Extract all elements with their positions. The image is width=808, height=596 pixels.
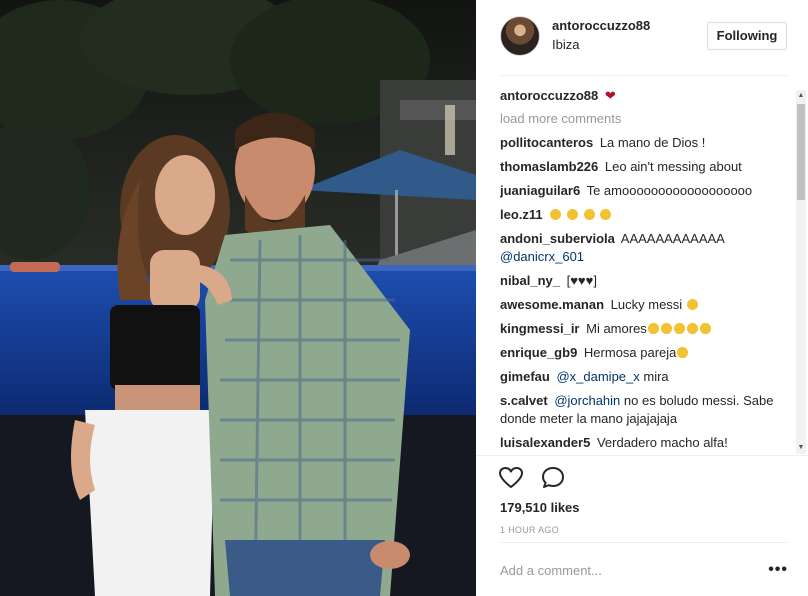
post-side-panel: antoroccuzzo88 Ibiza Following antoroccu…: [476, 0, 808, 596]
scroll-down-arrow-icon[interactable]: ▼: [796, 442, 806, 454]
comment-text: Te amoooooooooooooooooo: [586, 183, 753, 198]
list-item: awesome.manan Lucky messi: [500, 296, 786, 314]
neutral-face-emoji-icon: [600, 209, 612, 220]
smiling-face-emoji-icon: [686, 299, 698, 310]
comment-username[interactable]: leo.z11: [500, 207, 543, 222]
header-username[interactable]: antoroccuzzo88: [552, 18, 650, 33]
photo-illustration: [0, 0, 476, 596]
comment-username[interactable]: nibal_ny_: [500, 273, 560, 288]
list-item: kingmessi_ir Mi amores: [500, 320, 786, 338]
neutral-face-emoji-icon: [550, 209, 562, 220]
comments-scrollbar[interactable]: ▲ ▼: [796, 90, 806, 454]
post-header: antoroccuzzo88 Ibiza Following: [476, 0, 808, 76]
load-more-comments-link[interactable]: load more comments: [500, 111, 786, 126]
comment-mention[interactable]: @x_damipe_x: [556, 369, 639, 384]
comment-text: La mano de Dios !: [599, 135, 706, 150]
scroll-up-arrow-icon[interactable]: ▲: [796, 90, 806, 102]
comment-text: Mi amores: [586, 321, 647, 336]
following-button[interactable]: Following: [707, 22, 787, 50]
list-item: gimefau @x_damipe_x mira: [500, 368, 786, 386]
comment-username[interactable]: kingmessi_ir: [500, 321, 580, 336]
heart-eyes-emoji-icon: [686, 323, 698, 334]
avatar[interactable]: [500, 16, 540, 56]
comment-username[interactable]: s.calvet: [500, 393, 548, 408]
post-actions: 179,510 likes 1 HOUR AGO: [476, 455, 808, 555]
neutral-face-emoji-icon: [566, 209, 578, 220]
comment-username[interactable]: enrique_gb9: [500, 345, 577, 360]
like-count[interactable]: 179,510 likes: [500, 500, 580, 515]
comment-mention[interactable]: @danicrx_601: [500, 249, 584, 264]
header-divider: [500, 75, 788, 76]
comment-text: Verdadero macho alfa!: [596, 435, 728, 450]
comment-username[interactable]: pollitocanteros: [500, 135, 593, 150]
list-item: thomaslamb226 Leo ain't messing about: [500, 158, 786, 176]
comment-username[interactable]: awesome.manan: [500, 297, 604, 312]
location-link[interactable]: Ibiza: [552, 37, 579, 52]
list-item: luisalexander5 Verdadero macho alfa!: [500, 434, 786, 452]
post-photo[interactable]: [0, 0, 476, 596]
comments-list[interactable]: antoroccuzzo88 ❤ load more comments poll…: [500, 87, 786, 455]
list-item: leo.z11: [500, 206, 786, 224]
ellipsis-icon[interactable]: •••: [768, 561, 788, 579]
heart-eyes-emoji-icon: [673, 323, 685, 334]
scrollbar-thumb[interactable]: [797, 104, 805, 200]
add-comment-bar: •••: [500, 542, 788, 596]
comment-text: AAAAAAAAAAAA: [620, 231, 725, 246]
list-item: andoni_suberviola AAAAAAAAAAAA @danicrx_…: [500, 230, 786, 266]
list-item: juaniaguilar6 Te amoooooooooooooooooo: [500, 182, 786, 200]
list-item: pollitocanteros La mano de Dios !: [500, 134, 786, 152]
comment-text: [♥♥♥]: [566, 273, 597, 288]
red-heart-icon: ❤: [604, 88, 616, 103]
comment-username[interactable]: andoni_suberviola: [500, 231, 615, 246]
heart-eyes-emoji-icon: [677, 347, 689, 358]
speech-bubble-icon[interactable]: [540, 466, 566, 490]
caption: antoroccuzzo88 ❤: [500, 87, 786, 105]
list-item: nibal_ny_ [♥♥♥]: [500, 272, 786, 290]
heart-eyes-emoji-icon: [660, 323, 672, 334]
caption-username[interactable]: antoroccuzzo88: [500, 88, 598, 103]
comment-username[interactable]: luisalexander5: [500, 435, 590, 450]
list-item: enrique_gb9 Hermosa pareja: [500, 344, 786, 362]
post-timestamp[interactable]: 1 HOUR AGO: [500, 525, 559, 535]
heart-eyes-emoji-icon: [699, 323, 711, 334]
comment-username[interactable]: juaniaguilar6: [500, 183, 580, 198]
comment-mention[interactable]: @jorchahin: [554, 393, 620, 408]
neutral-face-emoji-icon: [583, 209, 595, 220]
comment-username[interactable]: gimefau: [500, 369, 550, 384]
comment-text: Lucky messi: [610, 297, 683, 312]
heart-eyes-emoji-icon: [647, 323, 659, 334]
comment-text: Leo ain't messing about: [604, 159, 742, 174]
list-item: s.calvet @jorchahin no es boludo messi. …: [500, 392, 786, 428]
comment-username[interactable]: thomaslamb226: [500, 159, 598, 174]
comment-text: Hermosa pareja: [583, 345, 677, 360]
add-comment-input[interactable]: [500, 563, 740, 578]
comment-text: mira: [643, 369, 669, 384]
heart-outline-icon[interactable]: [498, 466, 524, 490]
